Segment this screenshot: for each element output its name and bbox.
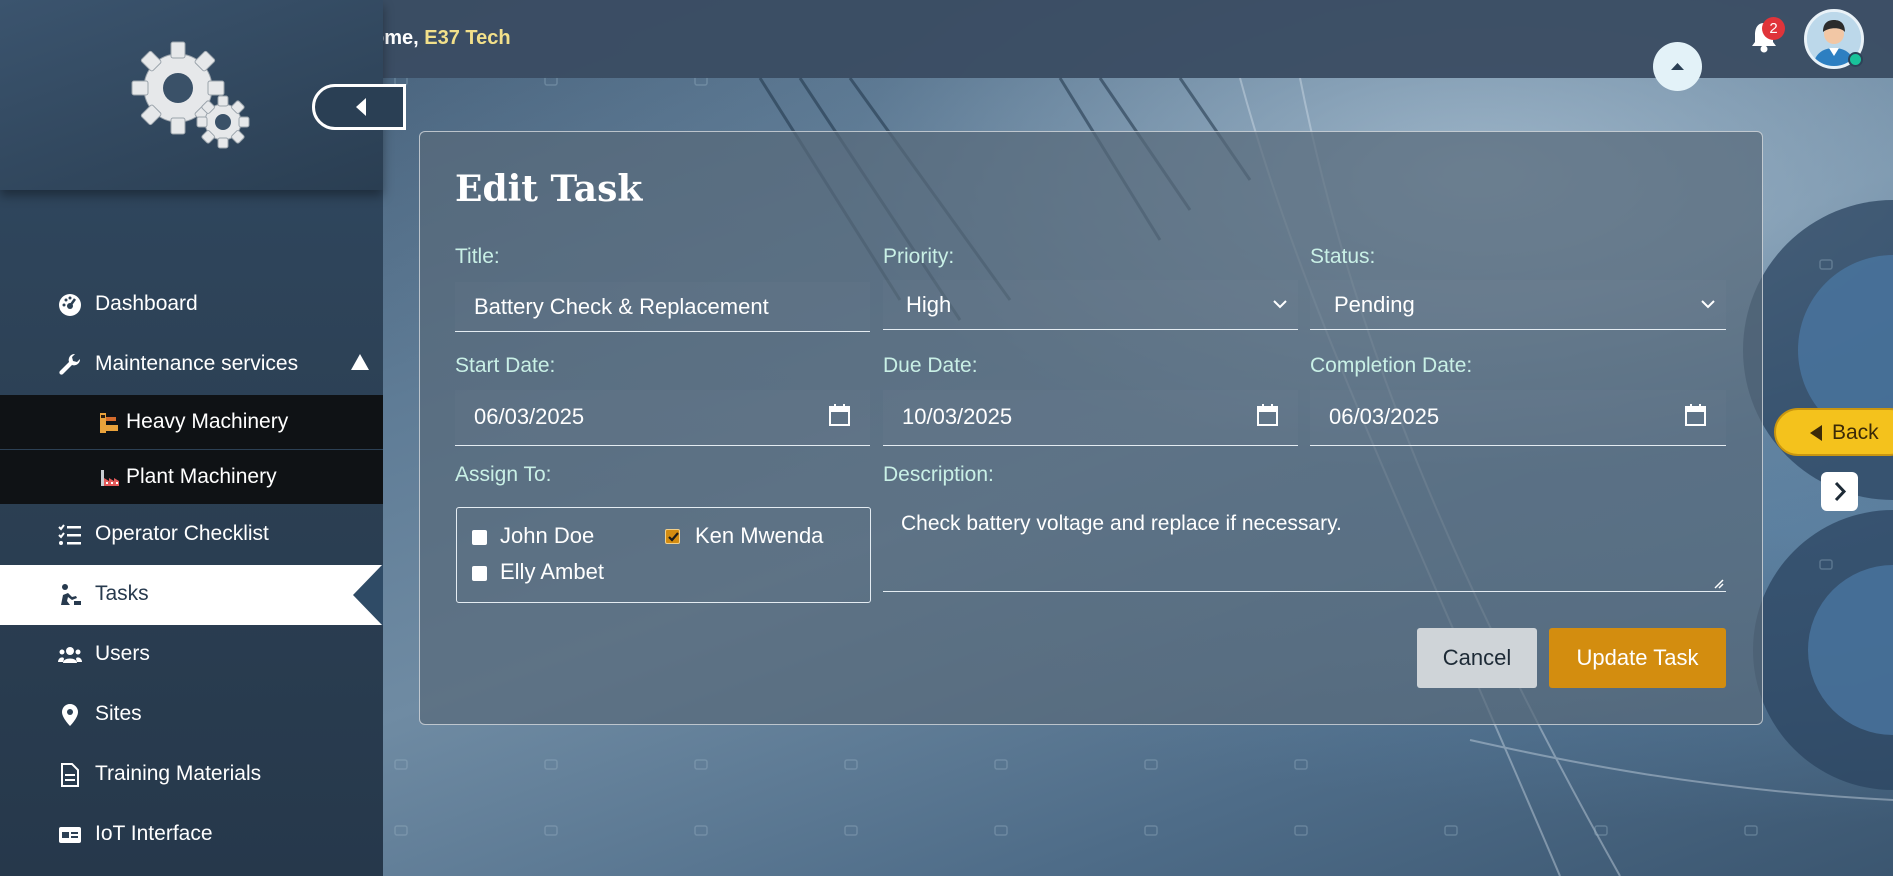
sidebar-item-dashboard[interactable]: Dashboard [0, 277, 383, 333]
title-label: Title: [455, 245, 500, 268]
sidebar-item-label: Heavy Machinery [126, 410, 289, 433]
id-card-icon [59, 827, 81, 843]
assign-to-label: Assign To: [455, 463, 552, 486]
sidebar-item-label: Users [95, 642, 150, 665]
checklist-icon [58, 524, 81, 545]
chevron-right-icon [1834, 481, 1847, 502]
sidebar-item-heavy-machinery[interactable]: Heavy Machinery [0, 395, 383, 449]
assignee-label: Ken Mwenda [695, 523, 824, 548]
resize-handle-icon[interactable] [1712, 577, 1724, 589]
sidebar-item-users[interactable]: Users [0, 627, 383, 683]
sidebar-item-operator-checklist[interactable]: Operator Checklist [0, 507, 383, 563]
sidebar-item-label: Training Materials [95, 762, 262, 785]
users-icon [58, 647, 82, 663]
priority-select[interactable]: High [883, 280, 1298, 330]
due-date-value: 10/03/2025 [902, 404, 1013, 429]
sidebar-item-sites[interactable]: Sites [0, 687, 383, 743]
priority-select-value: High [906, 292, 952, 317]
chevron-down-icon [1273, 300, 1287, 309]
sidebar-item-label: Sites [95, 702, 142, 725]
active-item-notch [353, 564, 383, 626]
priority-label: Priority: [883, 245, 955, 268]
status-label: Status: [1310, 245, 1376, 268]
notification-count-badge: 2 [1762, 17, 1785, 40]
sidebar-item-maintenance-services[interactable]: Maintenance services [0, 337, 383, 393]
start-date-value: 06/03/2025 [474, 404, 585, 429]
back-button[interactable]: Back [1774, 408, 1893, 456]
title-input[interactable]: Battery Check & Replacement [455, 282, 870, 332]
sidebar-item-label: Tasks [95, 582, 149, 605]
page-title: Edit Task [455, 168, 643, 210]
sidebar-item-label: Maintenance services [95, 352, 299, 375]
update-task-button[interactable]: Update Task [1549, 628, 1726, 688]
sidebar-collapse-button[interactable] [312, 84, 406, 130]
due-date-label: Due Date: [883, 354, 978, 377]
description-value: Check battery voltage and replace if nec… [901, 512, 1342, 535]
description-textarea[interactable]: Check battery voltage and replace if nec… [883, 500, 1726, 592]
assignee-checkbox-john-doe[interactable] [472, 530, 487, 545]
caret-left-icon [356, 98, 366, 116]
sidebar-item-label: Operator Checklist [95, 522, 269, 545]
checkmark-icon [668, 532, 679, 542]
sidebar-item-label: IoT Interface [95, 822, 213, 845]
scroll-to-top-button[interactable] [1653, 42, 1702, 91]
status-select-value: Pending [1334, 292, 1415, 317]
assignee-checkbox-ken-mwenda[interactable] [665, 529, 680, 544]
sidebar-item-plant-machinery[interactable]: Plant Machinery [0, 450, 383, 504]
completion-date-input[interactable]: 06/03/2025 [1310, 390, 1726, 446]
title-input-value: Battery Check & Replacement [474, 294, 769, 319]
assignee-checkbox-elly-ambet[interactable] [472, 566, 487, 581]
sidebar-item-label: Plant Machinery [126, 465, 277, 488]
caret-up-icon [1671, 63, 1684, 70]
assignee-checkbox-group: John Doe Ken Mwenda Elly Ambet [456, 507, 871, 603]
sidebar-item-label: Dashboard [95, 292, 198, 315]
completion-date-value: 06/03/2025 [1329, 404, 1440, 429]
start-date-label: Start Date: [455, 354, 556, 377]
sidebar-item-iot-interface[interactable]: IoT Interface [0, 807, 383, 863]
caret-left-icon [1810, 425, 1822, 441]
assignee-label: Elly Ambet [500, 559, 604, 584]
calendar-icon[interactable] [1256, 403, 1279, 427]
cancel-button[interactable]: Cancel [1417, 628, 1537, 688]
map-pin-icon [62, 704, 78, 726]
status-select[interactable]: Pending [1310, 280, 1726, 330]
worker-tasks-icon [61, 584, 81, 605]
excavator-icon [100, 413, 118, 433]
description-label: Description: [883, 463, 994, 486]
document-icon [61, 763, 79, 787]
due-date-input[interactable]: 10/03/2025 [883, 390, 1298, 446]
online-status-indicator [1848, 52, 1863, 67]
start-date-input[interactable]: 06/03/2025 [455, 390, 870, 446]
triangle-up-icon [351, 354, 369, 370]
next-arrow-button[interactable] [1821, 472, 1858, 511]
back-button-label: Back [1832, 421, 1879, 444]
chevron-down-icon [1701, 300, 1715, 309]
organization-name: E37 Tech [424, 27, 511, 49]
wrench-icon [59, 353, 81, 375]
factory-icon [101, 470, 119, 486]
sidebar-item-tasks[interactable]: Tasks [0, 565, 383, 625]
assignee-label: John Doe [500, 523, 595, 548]
sidebar-item-training-materials[interactable]: Training Materials [0, 747, 383, 803]
completion-date-label: Completion Date: [1310, 354, 1473, 377]
calendar-icon[interactable] [828, 403, 851, 427]
calendar-icon[interactable] [1684, 403, 1707, 427]
welcome-text: ome, E37 Tech [372, 27, 511, 50]
dashboard-gauge-icon [59, 294, 81, 316]
